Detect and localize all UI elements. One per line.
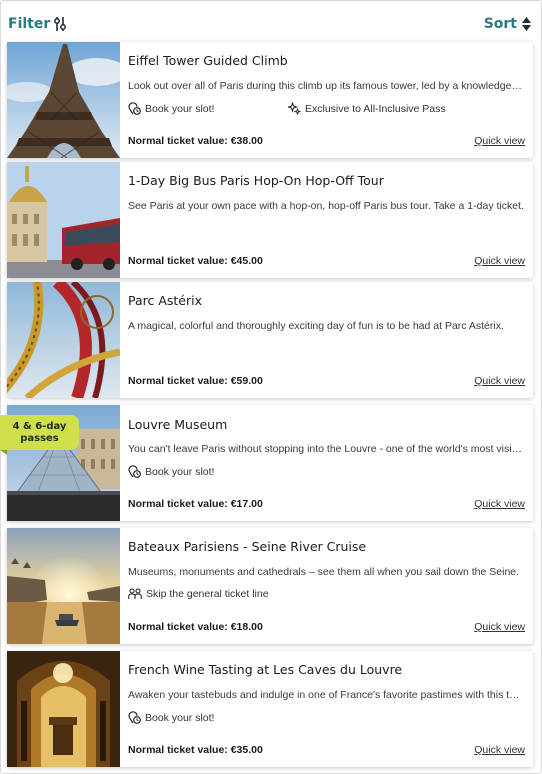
product-card[interactable]: Eiffel Tower Guided Climb Look out over … <box>7 42 533 158</box>
quick-view-link[interactable]: Quick view <box>474 621 525 633</box>
seine-cruise-image <box>7 528 120 644</box>
feature-item: Book your slot! <box>128 711 214 724</box>
clock-pin-icon <box>128 711 141 724</box>
product-card[interactable]: French Wine Tasting at Les Caves du Louv… <box>7 651 533 767</box>
toolbar: Filter Sort <box>0 10 542 40</box>
card-description: Awaken your tastebuds and indulge in one… <box>128 689 524 701</box>
ticket-price: Normal ticket value: €59.00 <box>128 375 263 387</box>
big-bus-image <box>7 162 120 278</box>
card-title[interactable]: Eiffel Tower Guided Climb <box>128 53 288 68</box>
eiffel-tower-image <box>7 42 120 158</box>
badge-line: 4 & 6-day <box>12 420 67 432</box>
card-title[interactable]: Bateaux Parisiens - Seine River Cruise <box>128 539 366 554</box>
card-features: Book your slot! Exclusive to All-Inclusi… <box>128 102 446 115</box>
clock-pin-icon <box>128 465 141 478</box>
ticket-price: Normal ticket value: €38.00 <box>128 135 263 147</box>
ticket-price: Normal ticket value: €45.00 <box>128 255 263 267</box>
clock-pin-icon <box>128 102 141 115</box>
card-description: You can't leave Paris without stopping i… <box>128 443 524 455</box>
card-features: Skip the general ticket line <box>128 588 269 600</box>
wine-cellar-image <box>7 651 120 767</box>
feature-item: Exclusive to All-Inclusive Pass <box>288 102 446 115</box>
card-features: Book your slot! <box>128 711 214 724</box>
sort-arrows-icon <box>522 17 531 31</box>
product-card[interactable]: Bateaux Parisiens - Seine River Cruise M… <box>7 528 533 644</box>
people-icon <box>128 588 142 599</box>
feature-text: Skip the general ticket line <box>146 588 269 600</box>
ticket-price: Normal ticket value: €35.00 <box>128 744 263 756</box>
card-features: Book your slot! <box>128 465 214 478</box>
feature-text: Exclusive to All-Inclusive Pass <box>305 102 446 115</box>
filter-label: Filter <box>8 16 51 32</box>
quick-view-link[interactable]: Quick view <box>474 255 525 267</box>
sparkle-icon <box>288 102 301 115</box>
quick-view-link[interactable]: Quick view <box>474 135 525 147</box>
quick-view-link[interactable]: Quick view <box>474 498 525 510</box>
sort-button[interactable]: Sort <box>484 16 532 32</box>
product-card[interactable]: 4 & 6-day passes Louvre Museum You can't… <box>0 405 533 521</box>
feature-item: Book your slot! <box>128 465 214 478</box>
sliders-icon <box>54 17 67 31</box>
card-title[interactable]: Parc Astérix <box>128 293 202 308</box>
product-card[interactable]: 1-Day Big Bus Paris Hop-On Hop-Off Tour … <box>7 162 533 278</box>
sort-label: Sort <box>483 16 517 32</box>
quick-view-link[interactable]: Quick view <box>474 375 525 387</box>
product-card[interactable]: Parc Astérix A magical, colorful and tho… <box>7 282 533 398</box>
roller-coaster-image <box>7 282 120 398</box>
card-description: A magical, colorful and thoroughly excit… <box>128 320 504 332</box>
feature-text: Book your slot! <box>145 102 215 115</box>
quick-view-link[interactable]: Quick view <box>474 744 525 756</box>
card-description: See Paris at your own pace with a hop-on… <box>128 200 524 212</box>
card-description: Look out over all of Paris during this c… <box>128 80 524 92</box>
ticket-price: Normal ticket value: €18.00 <box>128 621 263 633</box>
feature-item: Skip the general ticket line <box>128 588 269 600</box>
card-title[interactable]: 1-Day Big Bus Paris Hop-On Hop-Off Tour <box>128 173 384 188</box>
card-description: Museums, monuments and cathedrals – see … <box>128 566 520 578</box>
badge-line: passes <box>20 432 59 444</box>
passes-badge: 4 & 6-day passes <box>0 415 79 450</box>
feature-item: Book your slot! <box>128 102 288 115</box>
card-title[interactable]: French Wine Tasting at Les Caves du Louv… <box>128 662 402 677</box>
card-title[interactable]: Louvre Museum <box>128 417 227 432</box>
feature-text: Book your slot! <box>145 465 215 478</box>
feature-text: Book your slot! <box>145 711 215 724</box>
filter-button[interactable]: Filter <box>8 16 67 32</box>
badge-tail <box>0 450 7 455</box>
ticket-price: Normal ticket value: €17.00 <box>128 498 263 510</box>
